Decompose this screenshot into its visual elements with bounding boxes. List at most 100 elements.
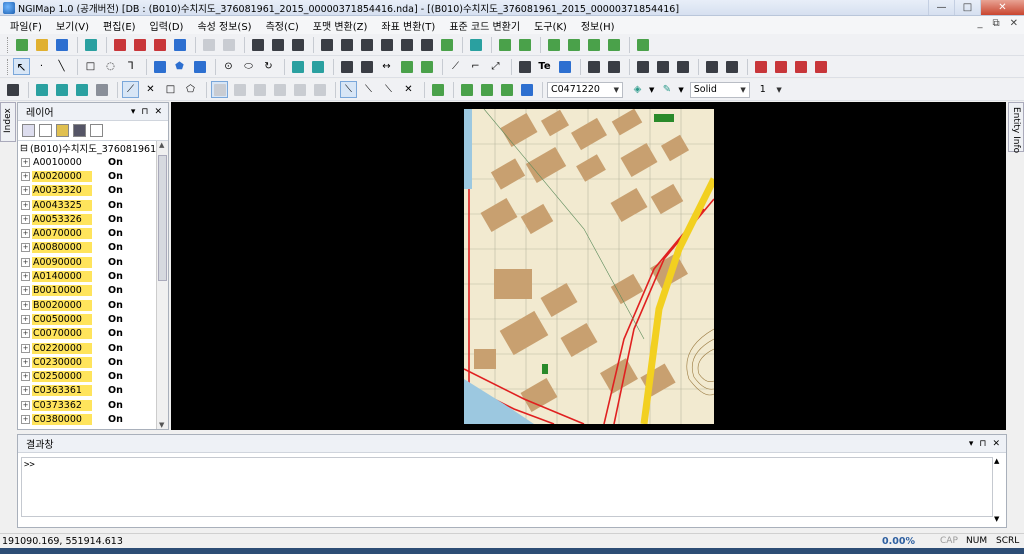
scrollbar-thumb[interactable] (158, 155, 167, 281)
pin-icon[interactable]: ⊓ (979, 439, 986, 449)
layer-row[interactable]: + A0090000 On (18, 255, 156, 269)
contour-button[interactable] (654, 58, 671, 75)
layer-state[interactable]: On (108, 400, 123, 411)
index-side-tab[interactable]: Index (0, 102, 16, 142)
scale-button[interactable] (358, 36, 375, 53)
layer-row[interactable]: + A0140000 On (18, 269, 156, 283)
mdi-restore-button[interactable]: ⧉ (992, 18, 999, 29)
line-width-select[interactable]: 1 ▼ (756, 82, 786, 98)
frame-button[interactable] (438, 36, 455, 53)
point-tool-button[interactable]: · (33, 58, 50, 75)
layer-row[interactable]: + C0250000 On (18, 369, 156, 383)
chart-button[interactable] (518, 81, 535, 98)
pin-icon[interactable]: ⊓ (141, 107, 148, 117)
expand-icon[interactable]: + (21, 343, 30, 353)
expand-icon[interactable]: + (21, 400, 30, 410)
pen-color-dropdown-icon[interactable]: ▼ (678, 86, 683, 94)
layer-state[interactable]: On (108, 228, 123, 239)
expand-icon[interactable]: + (21, 171, 30, 181)
layer-style-button[interactable] (93, 81, 110, 98)
menu-attributes[interactable]: 속성 정보(S) (197, 18, 251, 33)
panel-dropdown-icon[interactable]: ▾ (969, 439, 974, 449)
layer-row[interactable]: + C0050000 On (18, 312, 156, 326)
expand-icon[interactable]: + (21, 257, 30, 267)
arc-tool-button[interactable]: ↻ (260, 58, 277, 75)
line-style-select[interactable]: Solid ▼ (689, 81, 750, 98)
join-button[interactable]: ↔ (378, 58, 395, 75)
freehand-tool-button[interactable]: ◌ (102, 58, 119, 75)
menu-help[interactable]: 정보(H) (581, 18, 615, 33)
layer-row[interactable]: + C0373362 On (18, 398, 156, 412)
expand-icon[interactable]: + (21, 157, 30, 167)
expand-icon[interactable]: + (21, 186, 30, 196)
panel-close-button[interactable]: ✕ (154, 107, 162, 117)
mirror-button[interactable] (378, 36, 395, 53)
north-arrow-button[interactable] (792, 58, 809, 75)
properties-button[interactable] (4, 81, 21, 98)
fill-button[interactable] (458, 81, 475, 98)
expand-icon[interactable]: + (21, 314, 30, 324)
layer-group-icon[interactable] (56, 124, 69, 137)
circle-tool-button[interactable]: ⊙ (220, 58, 237, 75)
zoom-window-button[interactable] (496, 36, 513, 53)
text-tool-button[interactable]: Te (536, 58, 553, 75)
expand-icon[interactable]: + (21, 200, 30, 210)
snap-grid-button[interactable] (211, 81, 228, 98)
line-tool-button[interactable]: ╲ (53, 58, 70, 75)
layer-row[interactable]: + A0010000 On (18, 155, 156, 169)
snap-b-button[interactable] (251, 81, 268, 98)
grid-button[interactable] (674, 58, 691, 75)
layer-row[interactable]: + A0020000 On (18, 169, 156, 183)
menu-standard-code[interactable]: 표준 코드 변환기 (449, 18, 520, 33)
building-tool-button[interactable] (191, 58, 208, 75)
layer-row[interactable]: + A0033320 On (18, 184, 156, 198)
snap-d-button[interactable] (291, 81, 308, 98)
scroll-down-icon[interactable]: ▼ (159, 421, 164, 429)
terrain-button[interactable] (634, 58, 651, 75)
rotate-button[interactable] (338, 36, 355, 53)
print-button[interactable] (703, 58, 720, 75)
polygon-tool-button[interactable]: ⬟ (171, 58, 188, 75)
edit-vertex-button[interactable] (289, 58, 306, 75)
line-color-button[interactable] (478, 81, 495, 98)
topology-button[interactable] (585, 58, 602, 75)
new-file-button[interactable] (13, 36, 30, 53)
layer-state[interactable]: On (108, 185, 123, 196)
expand-icon[interactable]: + (21, 229, 30, 239)
minimize-button[interactable]: — (928, 0, 954, 15)
layer-row[interactable]: + C0070000 On (18, 327, 156, 341)
menu-edit[interactable]: 편집(E) (103, 18, 136, 33)
layer-state[interactable]: On (108, 314, 123, 325)
border-button[interactable] (498, 81, 515, 98)
collapse-icon[interactable]: ⊟ (20, 143, 28, 154)
scroll-up-icon[interactable]: ▲ (994, 457, 999, 465)
pan-button[interactable] (634, 36, 651, 53)
ellipse-tool-button[interactable]: ⬭ (240, 58, 257, 75)
expand-icon[interactable]: + (21, 372, 30, 382)
import-button[interactable] (111, 36, 128, 53)
polyline-tool-button[interactable]: ᒣ (122, 58, 139, 75)
redo-button[interactable] (220, 36, 237, 53)
zoom-fit-button[interactable] (545, 36, 562, 53)
entity-info-side-tab[interactable]: Entity Info (1008, 102, 1024, 153)
delete-button[interactable] (418, 36, 435, 53)
select-line4-button[interactable]: ✕ (400, 81, 417, 98)
select-similar-button[interactable] (289, 36, 306, 53)
snap-end-button[interactable]: ⟋ (122, 81, 139, 98)
map-button[interactable] (82, 36, 99, 53)
layer-row[interactable]: + C0380000 On (18, 412, 156, 426)
menu-coord-convert[interactable]: 좌표 변환(T) (381, 18, 435, 33)
zoom-prev-button[interactable] (605, 36, 622, 53)
layer-row[interactable]: + A0080000 On (18, 241, 156, 255)
snap-rect-button[interactable]: □ (162, 81, 179, 98)
expand-icon[interactable]: + (21, 300, 30, 310)
zoom-out-button[interactable] (585, 36, 602, 53)
layer-row[interactable]: + C0230000 On (18, 355, 156, 369)
copy-button[interactable] (249, 36, 266, 53)
scroll-up-icon[interactable]: ▲ (159, 141, 164, 149)
layer-export-button[interactable] (171, 36, 188, 53)
layer-state[interactable]: On (108, 257, 123, 268)
close-button[interactable]: ✕ (980, 0, 1024, 15)
layer-state[interactable]: On (108, 357, 123, 368)
scalebar-button[interactable] (772, 58, 789, 75)
